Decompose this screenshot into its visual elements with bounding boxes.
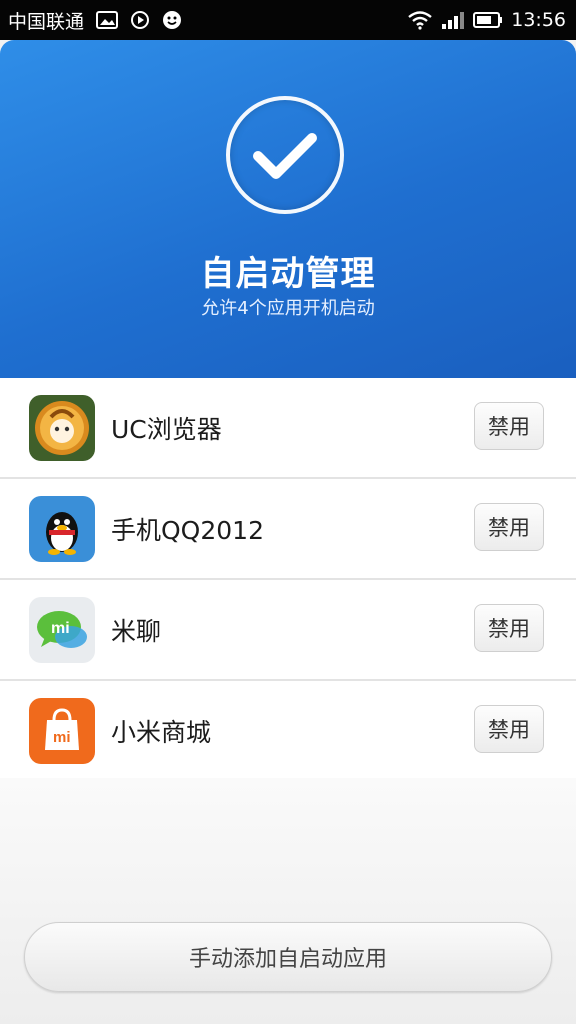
signal-icon: [441, 10, 465, 30]
svg-text:mi: mi: [53, 729, 71, 746]
header-banner: 自启动管理 允许4个应用开机启动: [0, 40, 576, 378]
autostart-app-list: UC浏览器 禁用 手机QQ2012 禁用 mi 米聊 禁用 mi 小米商城 禁用: [0, 378, 576, 782]
smiley-icon: [162, 10, 182, 30]
page-subtitle: 允许4个应用开机启动: [201, 298, 375, 319]
page-title: 自启动管理: [200, 254, 376, 294]
list-item: UC浏览器 禁用: [0, 378, 576, 479]
uc-browser-icon: [29, 394, 95, 461]
mi-store-icon: mi: [29, 697, 95, 764]
svg-text:mi: mi: [51, 620, 70, 637]
app-name: UC浏览器: [111, 414, 222, 444]
manual-add-autostart-button[interactable]: 手动添加自启动应用: [24, 922, 552, 992]
carrier-label: 中国联通: [8, 10, 85, 33]
image-icon: [96, 11, 119, 29]
app-name: 米聊: [111, 616, 162, 646]
wifi-icon: [407, 10, 433, 30]
disable-button[interactable]: 禁用: [474, 604, 544, 652]
list-item: mi 小米商城 禁用: [0, 681, 576, 782]
play-icon: [130, 10, 150, 30]
disable-button[interactable]: 禁用: [474, 402, 544, 450]
status-bar: 中国联通 13:56: [0, 0, 576, 40]
disable-button[interactable]: 禁用: [474, 503, 544, 551]
battery-icon: [473, 11, 503, 29]
clock: 13:56: [511, 9, 566, 31]
disable-button[interactable]: 禁用: [474, 705, 544, 753]
app-name: 小米商城: [111, 717, 212, 747]
checkmark-icon: [226, 96, 344, 214]
qq-penguin-icon: [29, 495, 95, 562]
app-name: 手机QQ2012: [111, 515, 264, 545]
list-item: 手机QQ2012 禁用: [0, 479, 576, 580]
miliao-icon: mi: [29, 596, 95, 663]
list-item: mi 米聊 禁用: [0, 580, 576, 681]
